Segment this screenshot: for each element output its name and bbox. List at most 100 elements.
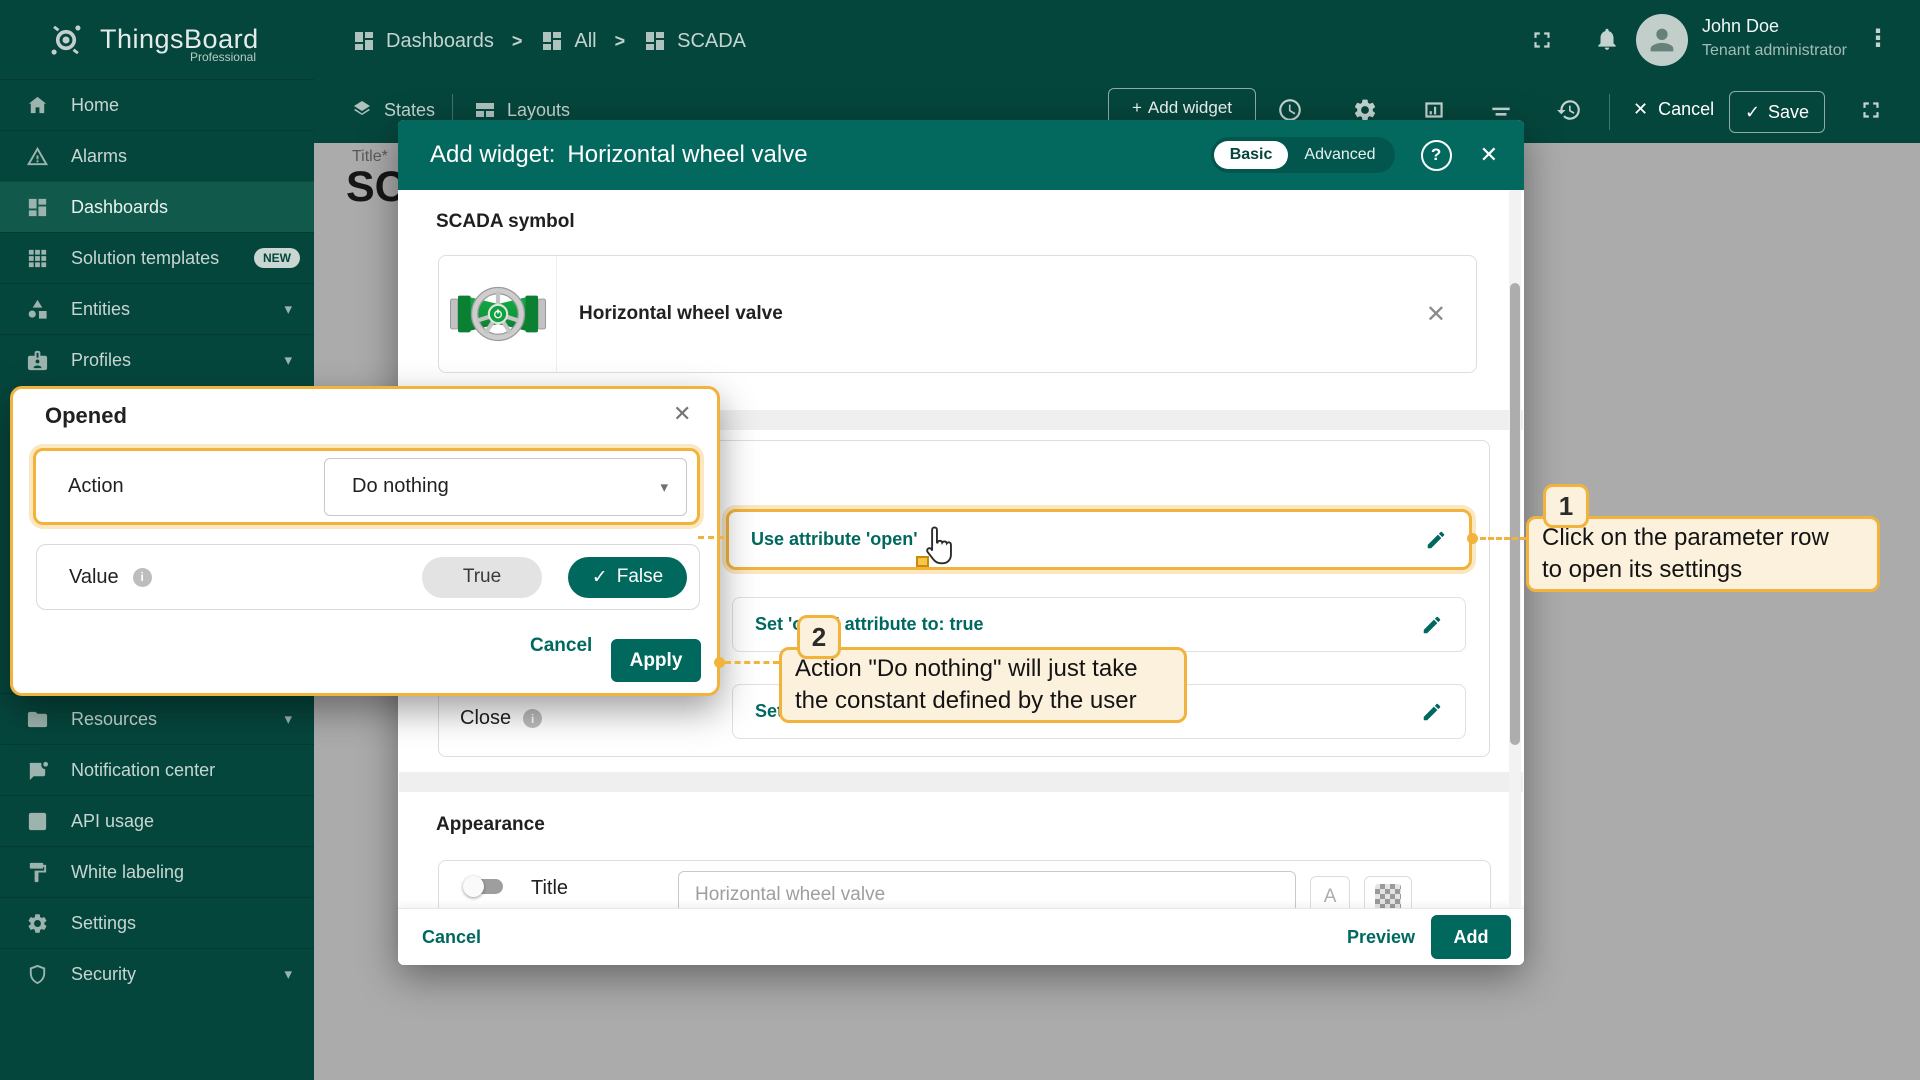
dialog-close-button[interactable]: ✕: [1480, 142, 1498, 168]
chevron-down-icon: ▾: [284, 300, 292, 318]
sidebar-item-home[interactable]: Home: [0, 79, 314, 130]
scrollbar-thumb[interactable]: [1510, 283, 1520, 745]
action-select[interactable]: Do nothing ▾: [324, 458, 687, 516]
value-setting-row: Value i True ✓ False: [36, 544, 700, 610]
breadcrumb-scada[interactable]: SCADA: [643, 29, 746, 53]
color-settings-button[interactable]: [1364, 876, 1412, 908]
popup-close-button[interactable]: ✕: [673, 401, 691, 427]
tutorial-tooltip-2: Action "Do nothing" will just take the c…: [779, 647, 1187, 723]
dialog-title-name: Horizontal wheel valve: [567, 141, 807, 168]
sidebar-item-label: Security: [71, 964, 136, 985]
dashboard-icon: [26, 196, 49, 219]
valve-image: [448, 275, 548, 353]
dialog-cancel-button[interactable]: Cancel: [422, 927, 481, 948]
chevron-down-icon: ▾: [284, 351, 292, 369]
sidebar-item-label: Entities: [71, 299, 130, 320]
parameter-row-set-true[interactable]: Set 'open' attribute to: true: [732, 597, 1466, 652]
dialog-header: Add widget: Horizontal wheel valve Basic …: [398, 120, 1524, 190]
avatar[interactable]: [1636, 14, 1688, 66]
sidebar-item-notification-center[interactable]: Notification center: [0, 744, 314, 795]
popup-cancel-button[interactable]: Cancel: [530, 635, 592, 657]
connector-dot: [1467, 533, 1478, 544]
message-icon: [26, 759, 49, 782]
layers-icon: [350, 98, 374, 122]
question-icon: ?: [1431, 145, 1441, 165]
parameter-row-use-attribute[interactable]: Use attribute 'open': [726, 509, 1472, 570]
folder-icon: [26, 708, 49, 731]
thingsboard-logo-icon: [44, 18, 88, 62]
parameter-row-label: Set 'open' attribute to: true: [755, 614, 984, 635]
tab-advanced[interactable]: Advanced: [1288, 141, 1391, 169]
sidebar-item-settings[interactable]: Settings: [0, 897, 314, 948]
tooltip-line: the constant defined by the user: [795, 685, 1171, 717]
sidebar-item-entities[interactable]: Entities ▾: [0, 283, 314, 334]
cancel-edit-button[interactable]: ✕ Cancel: [1633, 99, 1714, 120]
value-true-option[interactable]: True: [422, 557, 542, 598]
version-control-button[interactable]: [1556, 97, 1582, 128]
layout-icon: [473, 98, 497, 122]
user-name: John Doe: [1702, 16, 1779, 37]
expand-button[interactable]: [1858, 97, 1884, 128]
logo[interactable]: ThingsBoard Professional: [0, 0, 314, 79]
value-false-option[interactable]: ✓ False: [568, 557, 687, 598]
add-button[interactable]: Add: [1431, 915, 1511, 959]
edit-pencil-icon[interactable]: [1425, 529, 1447, 551]
caret-down-icon: ▾: [660, 478, 668, 496]
mode-toggle: Basic Advanced: [1211, 137, 1395, 173]
dashboard-icon: [643, 29, 667, 53]
sidebar-item-profiles[interactable]: Profiles ▾: [0, 334, 314, 385]
breadcrumb-label: SCADA: [677, 30, 746, 53]
appearance-card: Title Horizontal wheel valve A: [438, 860, 1491, 908]
warning-icon: [26, 145, 49, 168]
fullscreen-button[interactable]: [1529, 27, 1555, 58]
breadcrumb-label: All: [574, 30, 596, 53]
sidebar-item-resources[interactable]: Resources ▾: [0, 693, 314, 744]
add-widget-label: Add widget: [1148, 98, 1232, 118]
sidebar-item-dashboards[interactable]: Dashboards: [0, 181, 314, 232]
remove-symbol-button[interactable]: ✕: [1426, 300, 1446, 329]
false-label: False: [617, 566, 663, 588]
tab-basic[interactable]: Basic: [1214, 141, 1289, 169]
breadcrumb-dashboards[interactable]: Dashboards: [352, 29, 494, 53]
fullscreen-icon: [1858, 97, 1884, 123]
value-label: Value: [69, 566, 119, 589]
tooltip-line: Action "Do nothing" will just take: [795, 653, 1171, 685]
dashboard-icon: [352, 29, 376, 53]
symbol-name: Horizontal wheel valve: [579, 303, 783, 325]
info-icon: i: [523, 709, 542, 728]
action-setting-row: Action Do nothing ▾: [33, 448, 700, 525]
click-indicator: [916, 556, 929, 567]
breadcrumb-all[interactable]: All: [540, 29, 596, 53]
sidebar-item-solution-templates[interactable]: Solution templates NEW: [0, 232, 314, 283]
category-icon: [26, 298, 49, 321]
sidebar-item-white-labeling[interactable]: White labeling: [0, 846, 314, 897]
widget-title-input[interactable]: Horizontal wheel valve: [678, 871, 1296, 908]
connector-dot: [714, 657, 725, 668]
states-button[interactable]: States: [350, 98, 435, 122]
save-label: Save: [1768, 102, 1809, 123]
sidebar-item-alarms[interactable]: Alarms: [0, 130, 314, 181]
more-menu-button[interactable]: ⋮: [1866, 24, 1891, 53]
save-button[interactable]: ✓ Save: [1729, 91, 1825, 133]
connector-dash: [698, 536, 724, 539]
sidebar-item-label: White labeling: [71, 862, 184, 883]
apply-button[interactable]: Apply: [611, 639, 701, 682]
home-icon: [26, 94, 49, 117]
check-icon: ✓: [1745, 102, 1760, 123]
step-number-badge-1: 1: [1543, 484, 1589, 528]
transparency-icon: [1375, 884, 1401, 908]
dialog-title-prefix: Add widget:: [430, 141, 555, 168]
font-settings-button[interactable]: A: [1310, 876, 1350, 908]
sidebar-item-security[interactable]: Security ▾: [0, 948, 314, 999]
help-button[interactable]: ?: [1421, 140, 1452, 171]
info-icon: i: [133, 568, 152, 587]
notifications-button[interactable]: [1594, 26, 1620, 57]
title-toggle[interactable]: [465, 879, 503, 894]
edit-pencil-icon[interactable]: [1421, 701, 1443, 723]
appearance-heading: Appearance: [436, 814, 545, 836]
layouts-button[interactable]: Layouts: [473, 98, 570, 122]
sidebar-item-api-usage[interactable]: API usage: [0, 795, 314, 846]
preview-button[interactable]: Preview: [1347, 927, 1415, 948]
edit-pencil-icon[interactable]: [1421, 614, 1443, 636]
bell-icon: [1594, 26, 1620, 52]
